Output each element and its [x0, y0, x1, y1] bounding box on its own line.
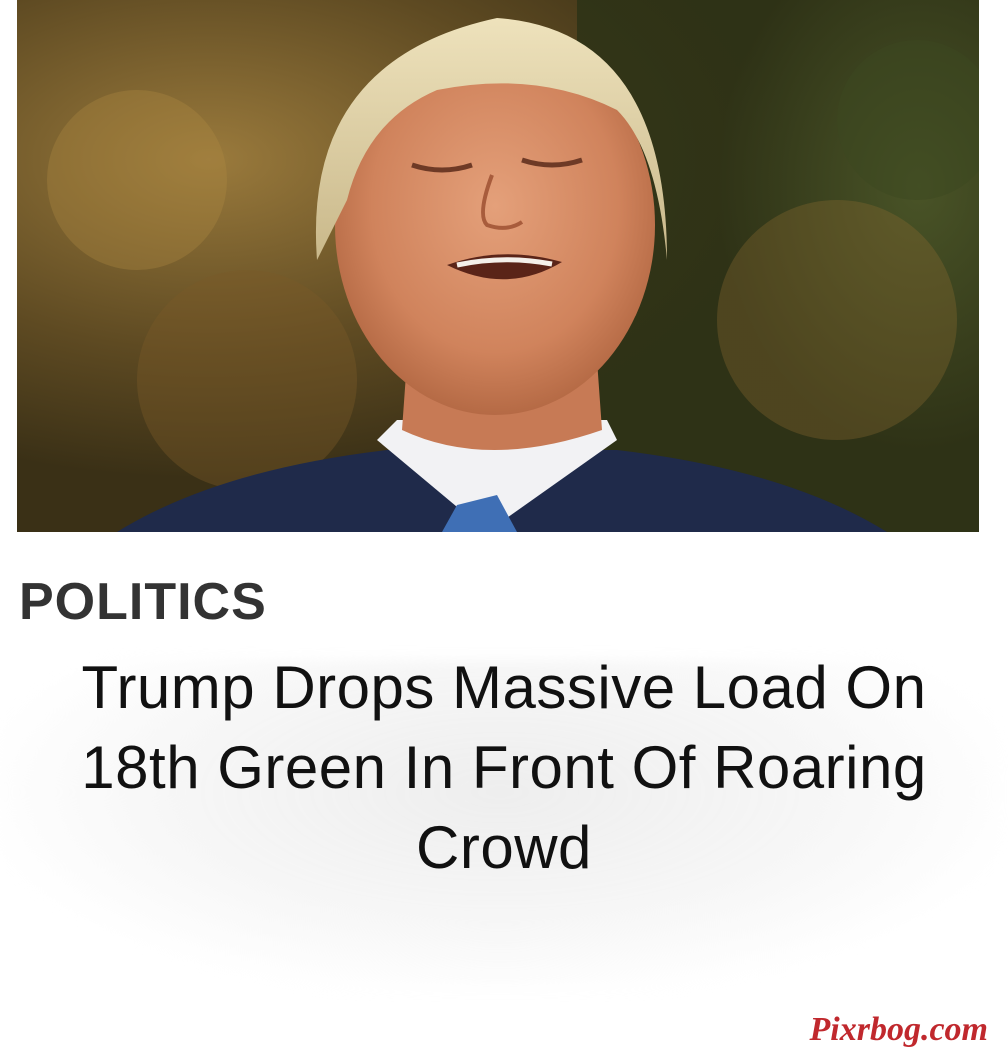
- category-label[interactable]: POLITICS: [19, 572, 267, 632]
- article-headline[interactable]: Trump Drops Massive Load On 18th Green I…: [20, 648, 988, 888]
- hero-photo: [17, 0, 979, 532]
- watermark: Pixrbog.com: [809, 1011, 988, 1048]
- hero-image[interactable]: [17, 0, 979, 532]
- article-card: POLITICS Trump Drops Massive Load On 18t…: [0, 0, 1008, 1063]
